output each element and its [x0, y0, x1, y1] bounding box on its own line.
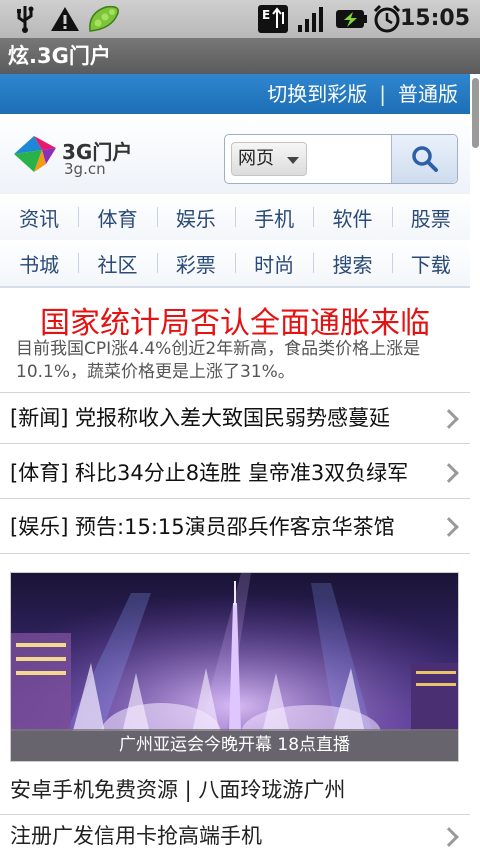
- app-title-bar: 炫.3G门户: [0, 38, 480, 74]
- data-transfer-icon: E: [256, 3, 290, 35]
- nav-row-1: 资讯 体育 娱乐 手机 软件 股票: [0, 194, 470, 240]
- nav-item-software[interactable]: 软件: [313, 203, 391, 232]
- search-box: 网页: [224, 134, 458, 184]
- site-logo[interactable]: 3G门户 3g.cn: [12, 132, 162, 178]
- chevron-down-icon: [287, 157, 299, 164]
- warning-icon: [48, 3, 82, 35]
- search-type-value: 网页: [238, 148, 274, 169]
- search-button[interactable]: [391, 135, 457, 183]
- signal-icon: [294, 3, 328, 35]
- nav-row-2: 书城 社区 彩票 时尚 搜索 下载: [0, 240, 470, 286]
- divider: [0, 498, 470, 499]
- scrollbar-thumb[interactable]: [472, 78, 479, 148]
- version-switch-bar: 切换到彩版 | 普通版: [0, 74, 470, 114]
- normal-version-link[interactable]: 普通版: [398, 74, 458, 114]
- promo-links-line[interactable]: 安卓手机免费资源 | 八面玲珑游广州: [10, 774, 345, 804]
- site-header: 3G门户 3g.cn 网页: [0, 114, 470, 194]
- nav-item-phone[interactable]: 手机: [234, 203, 313, 232]
- divider: [0, 443, 470, 444]
- pea-pod-icon: [84, 3, 124, 35]
- nav-item-books[interactable]: 书城: [0, 249, 78, 278]
- news-item-entertainment[interactable]: [娱乐] 预告:15:15演员邵兵作客京华茶馆: [10, 507, 450, 547]
- logo-subtext: 3g.cn: [64, 160, 106, 178]
- clock-time: 15:05: [399, 6, 470, 31]
- promo-credit-card-link[interactable]: 注册广发信用卡抢高端手机: [10, 820, 262, 850]
- search-input[interactable]: [313, 144, 387, 174]
- nav-item-entertainment[interactable]: 娱乐: [156, 203, 235, 232]
- nav-item-download[interactable]: 下载: [391, 249, 470, 278]
- featured-photo[interactable]: 广州亚运会今晚开幕 18点直播: [10, 572, 459, 762]
- logo-mark-icon: [14, 136, 56, 172]
- nav-item-community[interactable]: 社区: [78, 249, 156, 278]
- battery-icon: [334, 3, 368, 35]
- headline-title[interactable]: 国家统计局否认全面通胀来临: [0, 298, 470, 342]
- divider: [0, 553, 470, 554]
- status-bar: E 15:05: [0, 0, 480, 38]
- nav-item-news[interactable]: 资讯: [0, 203, 78, 232]
- nav-item-stocks[interactable]: 股票: [391, 203, 470, 232]
- svg-text:E: E: [262, 8, 270, 22]
- link-separator: |: [379, 82, 386, 106]
- nav-item-sports[interactable]: 体育: [78, 203, 156, 232]
- photo-caption: 广州亚运会今晚开幕 18点直播: [11, 729, 458, 761]
- alarm-icon: [370, 3, 404, 35]
- nav-item-search[interactable]: 搜索: [313, 249, 391, 278]
- news-item-news[interactable]: [新闻] 党报称收入差大致国民弱势感蔓延: [10, 398, 450, 438]
- chevron-right-icon: [439, 827, 459, 847]
- news-item-sports[interactable]: [体育] 科比34分止8连胜 皇帝准3双负绿军: [10, 453, 450, 493]
- divider: [0, 392, 470, 393]
- color-version-link[interactable]: 切换到彩版: [267, 74, 367, 114]
- usb-icon: [8, 3, 42, 35]
- search-icon: [411, 146, 438, 172]
- nav-bottom-border: [0, 286, 470, 288]
- nav-item-lottery[interactable]: 彩票: [156, 249, 235, 278]
- nav-item-fashion[interactable]: 时尚: [234, 249, 313, 278]
- app-title: 炫.3G门户: [8, 44, 111, 68]
- search-type-select[interactable]: 网页: [231, 142, 307, 176]
- divider: [0, 814, 470, 815]
- headline-summary: 目前我国CPI涨4.4%创近2年新高，食品类价格上涨是10.1%，蔬菜价格更是上…: [16, 339, 421, 382]
